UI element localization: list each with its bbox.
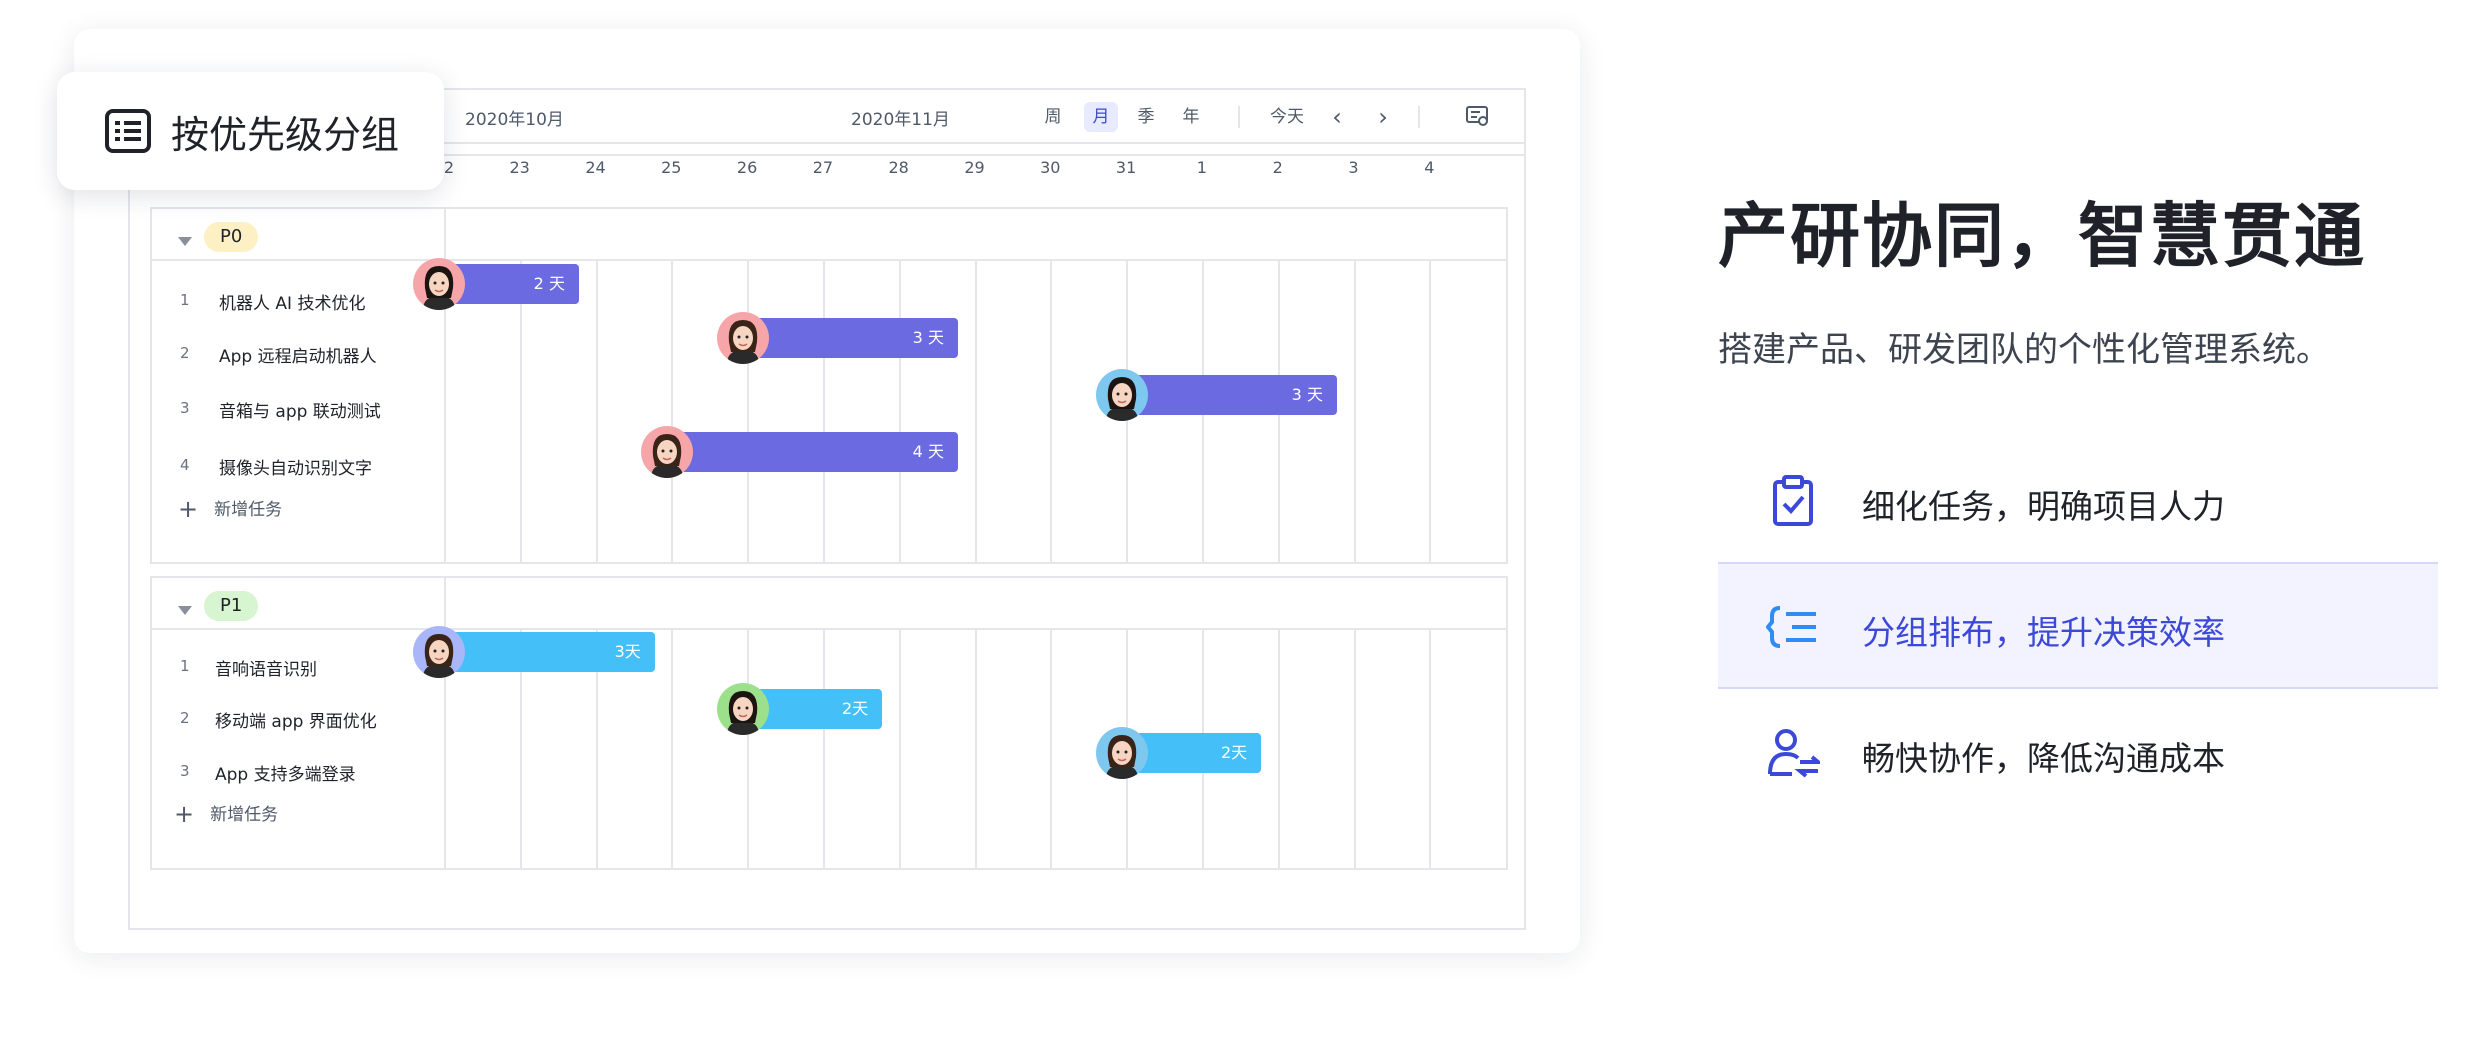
date-label: 30: [1040, 158, 1061, 177]
view-week-button[interactable]: 周: [1038, 102, 1068, 132]
task-title[interactable]: 移动端 app 界面优化: [215, 707, 377, 732]
task-title[interactable]: 机器人 AI 技术优化: [219, 289, 365, 314]
user-swap-icon: [1768, 729, 1820, 778]
next-period-button[interactable]: ›: [1373, 102, 1393, 132]
assignee-avatar[interactable]: [413, 626, 466, 678]
feature-label: 分组排布，提升决策效率: [1862, 613, 2225, 652]
plus-icon: +: [174, 800, 195, 828]
day-gridline: [671, 628, 674, 868]
month-label-october: 2020年10月: [465, 110, 564, 130]
day-gridline: [898, 628, 901, 868]
feature-item-refine-tasks[interactable]: 细化任务，明确项目人力: [1718, 438, 2438, 565]
day-gridline: [898, 259, 901, 562]
date-label: 28: [888, 158, 909, 177]
plus-icon: +: [178, 495, 199, 523]
day-gridline: [595, 259, 598, 562]
day-gridline: [1353, 628, 1356, 868]
priority-tag-p1: P1: [204, 591, 259, 621]
view-year-button[interactable]: 年: [1176, 102, 1206, 132]
task-bar[interactable]: 3 天: [738, 318, 958, 358]
day-gridline: [974, 628, 977, 868]
task-title[interactable]: 摄像头自动识别文字: [219, 454, 372, 479]
list-icon: [105, 109, 151, 153]
date-label: 25: [661, 158, 682, 177]
day-gridline: [1050, 259, 1053, 562]
date-label: 26: [736, 158, 758, 177]
day-gridline: [1050, 628, 1053, 868]
date-label: 2: [1272, 158, 1283, 177]
task-num: 1: [180, 291, 190, 309]
view-month-button[interactable]: 月: [1084, 102, 1118, 132]
date-label: 31: [1115, 158, 1137, 177]
day-gridline: [1429, 259, 1432, 562]
add-task-label: 新增任务: [210, 805, 279, 825]
day-gridline: [1353, 259, 1356, 562]
day-gridline: [519, 259, 522, 562]
date-label: 29: [964, 158, 985, 177]
assignee-avatar[interactable]: [640, 426, 693, 478]
assignee-avatar[interactable]: [716, 312, 769, 364]
view-quarter-button[interactable]: 季: [1131, 102, 1161, 132]
feature-label: 畅快协作，降低沟通成本: [1862, 739, 2225, 778]
collapse-triangle-icon[interactable]: [178, 237, 192, 246]
group-by-priority-chip[interactable]: 按优先级分组: [57, 72, 444, 190]
date-label: 23: [509, 158, 530, 177]
add-task-label: 新增任务: [214, 500, 283, 520]
day-gridline: [823, 259, 825, 562]
add-task-button[interactable]: + 新增任务: [178, 495, 282, 523]
assignee-avatar[interactable]: [1095, 369, 1148, 421]
day-gridline: [974, 259, 977, 562]
task-num: 2: [180, 344, 190, 362]
assignee-avatar[interactable]: [716, 683, 769, 735]
month-label-november: 2020年11月: [851, 110, 950, 130]
task-title[interactable]: 音箱与 app 联动测试: [219, 397, 381, 422]
task-column-divider: [444, 578, 446, 868]
date-label: 3: [1348, 158, 1359, 177]
day-gridline: [1277, 628, 1280, 868]
prev-period-button[interactable]: ‹: [1327, 102, 1347, 132]
gantt-settings-icon[interactable]: [1466, 106, 1488, 126]
task-title[interactable]: App 远程启动机器人: [219, 342, 377, 367]
task-bar[interactable]: 4 天: [662, 432, 958, 472]
task-num: 3: [180, 762, 190, 780]
date-label: 27: [812, 158, 834, 177]
task-bar[interactable]: 3天: [435, 632, 655, 672]
priority-tag-p0: P0: [204, 222, 259, 252]
group-header: [152, 209, 1506, 261]
task-num: 1: [180, 657, 190, 675]
date-label: 4: [1424, 158, 1435, 177]
clipboard-check-icon: [1773, 475, 1813, 526]
task-num: 2: [180, 709, 190, 727]
day-gridline: [671, 259, 674, 562]
grouped-list-icon: [1766, 606, 1816, 648]
task-title[interactable]: App 支持多端登录: [215, 760, 356, 785]
task-bar[interactable]: 3 天: [1117, 375, 1337, 415]
hero-subtitle: 搭建产品、研发团队的个性化管理系统。: [1718, 330, 2330, 370]
feature-item-collaboration[interactable]: 畅快协作，降低沟通成本: [1718, 690, 2438, 817]
assignee-avatar[interactable]: [1095, 727, 1148, 779]
task-num: 4: [180, 456, 190, 474]
group-header: [152, 578, 1506, 630]
today-button[interactable]: 今天: [1265, 102, 1309, 132]
date-label: 1: [1196, 158, 1207, 177]
assignee-avatar[interactable]: [413, 258, 466, 310]
toolbar-divider: [1238, 106, 1240, 128]
day-gridline: [747, 259, 750, 562]
task-num: 3: [180, 399, 190, 417]
toolbar-divider: [1418, 106, 1420, 128]
date-label: 24: [585, 158, 606, 177]
group-chip-label: 按优先级分组: [171, 112, 400, 157]
collapse-triangle-icon[interactable]: [178, 606, 192, 615]
hero-title: 产研协同，智慧贯通: [1718, 195, 2366, 277]
task-title[interactable]: 音响语音识别: [215, 655, 317, 680]
day-gridline: [747, 628, 750, 868]
gantt-chart: 2020年10月 2020年11月 周 月 季 年 今天 ‹ › 2223242…: [128, 88, 1526, 930]
feature-item-group-layout[interactable]: 分组排布，提升决策效率: [1718, 562, 2438, 689]
day-gridline: [1429, 628, 1432, 868]
add-task-button[interactable]: + 新增任务: [174, 800, 278, 828]
day-gridline: [823, 628, 825, 868]
feature-label: 细化任务，明确项目人力: [1862, 487, 2225, 526]
